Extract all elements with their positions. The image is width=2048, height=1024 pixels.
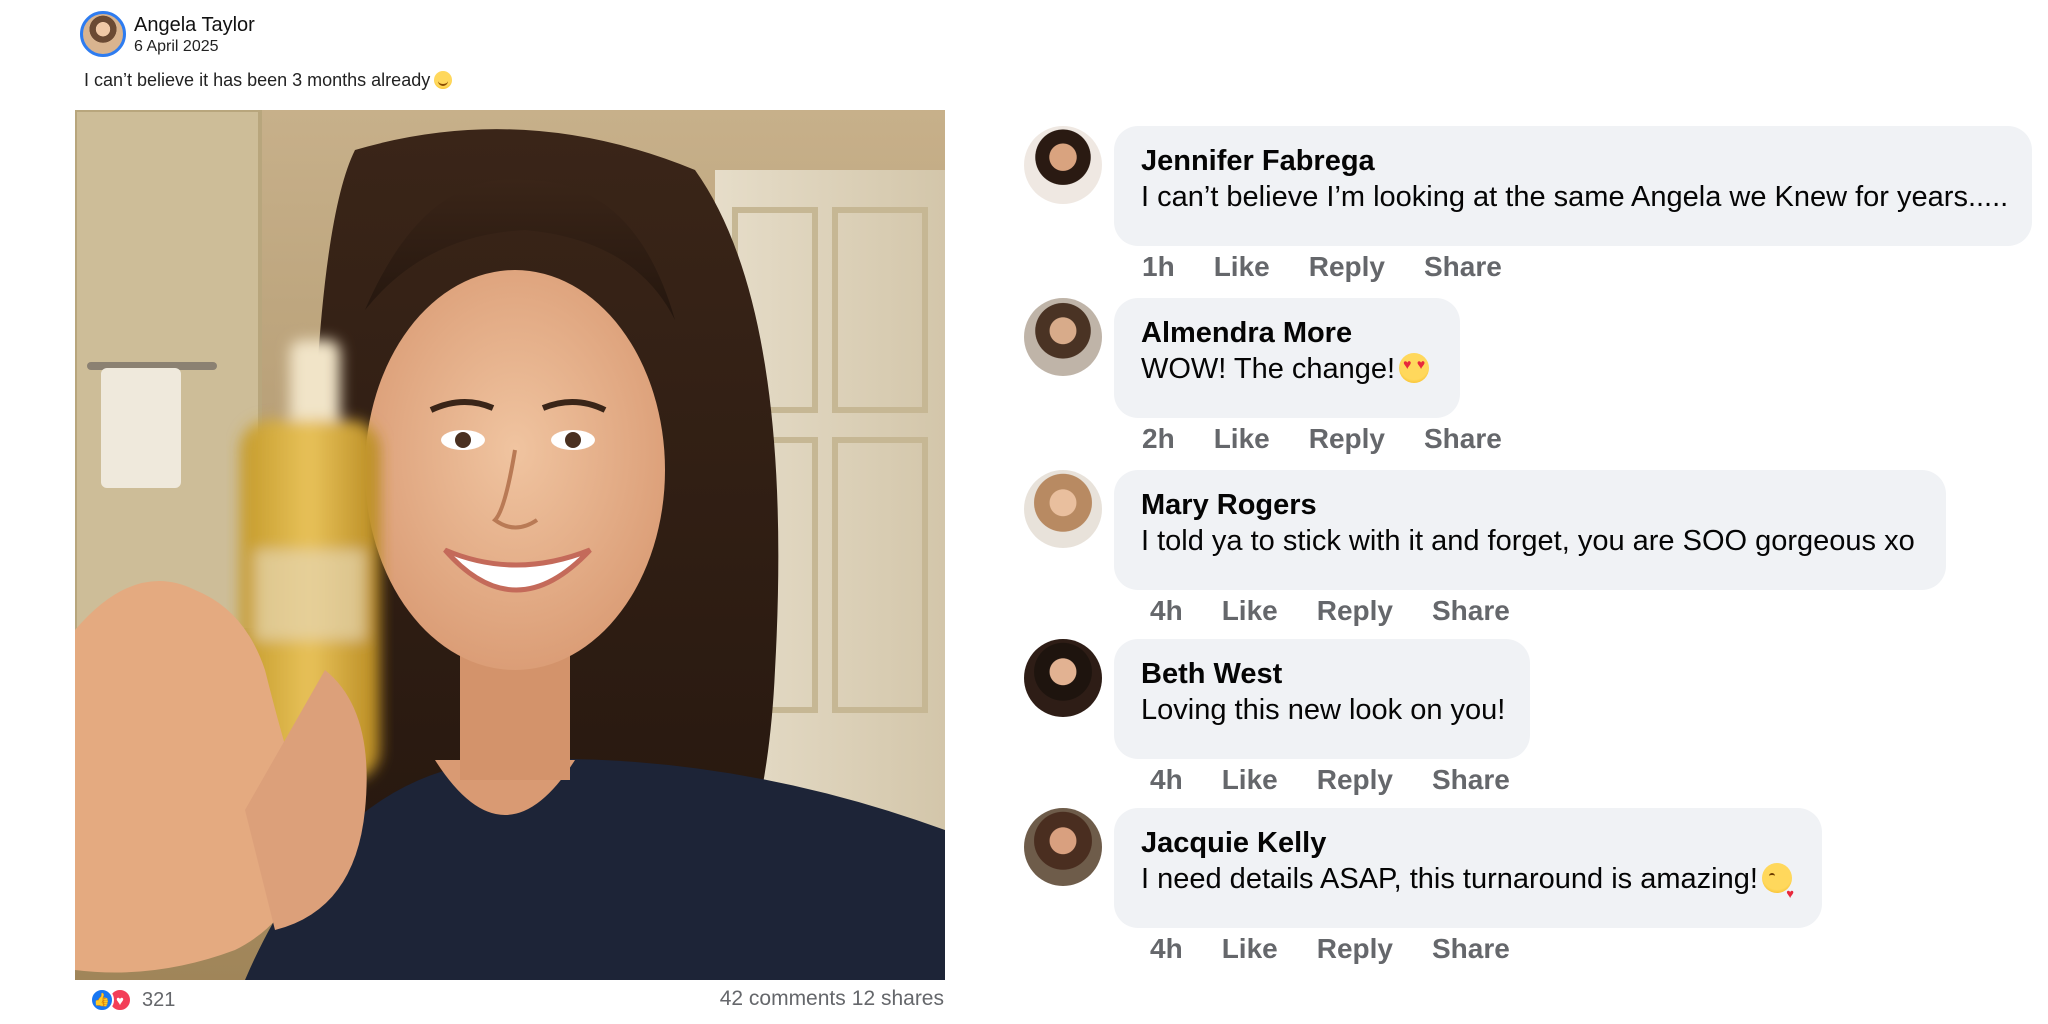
comment-actions: 4h Like Reply Share: [1150, 764, 1510, 796]
comment-like-button[interactable]: Like: [1214, 251, 1270, 283]
reaction-count: 321: [142, 988, 176, 1011]
post-caption: I can’t believe it has been 3 months alr…: [84, 70, 453, 91]
comment-text: I told ya to stick with it and forget, y…: [1141, 525, 1915, 557]
reactions-summary[interactable]: 👍 ♥ 321: [90, 988, 175, 1012]
comment-like-button[interactable]: Like: [1214, 423, 1270, 455]
comment-share-button[interactable]: Share: [1432, 764, 1510, 796]
post-header: Angela Taylor 6 April 2025: [80, 8, 255, 60]
comment-text-body: I need details ASAP, this turnaround is …: [1141, 863, 1758, 895]
comment-timestamp[interactable]: 4h: [1150, 933, 1183, 965]
comment-text: I need details ASAP, this turnaround is …: [1141, 860, 1800, 913]
comment-actions: 1h Like Reply Share: [1142, 251, 1502, 283]
comment-text: Loving this new look on you!: [1141, 694, 1506, 726]
post-stats: 42 comments 12 shares: [720, 987, 944, 1011]
comment-timestamp[interactable]: 4h: [1150, 764, 1183, 796]
author-name[interactable]: Angela Taylor: [134, 13, 255, 37]
comment-like-button[interactable]: Like: [1222, 764, 1278, 796]
heart-eyes-emoji-icon: [1399, 353, 1430, 383]
commenter-avatar[interactable]: [1024, 808, 1102, 886]
comment-reply-button[interactable]: Reply: [1317, 595, 1393, 627]
commenter-avatar[interactable]: [1024, 126, 1102, 204]
comment-bubble: Jacquie Kelly I need details ASAP, this …: [1114, 808, 1822, 928]
comment-bubble: Beth West Loving this new look on you!: [1114, 639, 1530, 759]
post-caption-text: I can’t believe it has been 3 months alr…: [84, 70, 431, 90]
comment-timestamp[interactable]: 1h: [1142, 251, 1175, 283]
commenter-avatar[interactable]: [1024, 639, 1102, 717]
author-avatar[interactable]: [80, 11, 126, 57]
comments-count-link[interactable]: 42 comments: [720, 987, 846, 1010]
comment-actions: 4h Like Reply Share: [1150, 595, 1510, 627]
comment-bubble: Jennifer Fabrega I can’t believe I’m loo…: [1114, 126, 2032, 246]
comment-share-button[interactable]: Share: [1424, 423, 1502, 455]
post-photo-illustration: [75, 110, 945, 980]
comment-reply-button[interactable]: Reply: [1309, 251, 1385, 283]
comment-reply-button[interactable]: Reply: [1309, 423, 1385, 455]
commenter-name[interactable]: Jacquie Kelly: [1141, 826, 1800, 860]
comment-bubble: Mary Rogers I told ya to stick with it a…: [1114, 470, 1946, 590]
comment-actions: 2h Like Reply Share: [1142, 423, 1502, 455]
blowing-kiss-emoji-icon: [1761, 863, 1794, 913]
author-block: Angela Taylor 6 April 2025: [134, 13, 255, 56]
comment-timestamp[interactable]: 2h: [1142, 423, 1175, 455]
commenter-name[interactable]: Jennifer Fabrega: [1141, 144, 2010, 178]
comment-like-button[interactable]: Like: [1222, 595, 1278, 627]
comment-share-button[interactable]: Share: [1432, 933, 1510, 965]
commenter-avatar[interactable]: [1024, 470, 1102, 548]
like-reaction-icon: 👍: [90, 988, 114, 1012]
post-photo[interactable]: [75, 110, 945, 980]
comment-reply-button[interactable]: Reply: [1317, 764, 1393, 796]
post-date[interactable]: 6 April 2025: [134, 37, 255, 56]
comment-like-button[interactable]: Like: [1222, 933, 1278, 965]
shares-count-link[interactable]: 12 shares: [852, 987, 944, 1010]
comment-actions: 4h Like Reply Share: [1150, 933, 1510, 965]
commenter-name[interactable]: Almendra More: [1141, 316, 1438, 350]
commenter-name[interactable]: Mary Rogers: [1141, 488, 1924, 522]
smiling-face-icon: [434, 71, 453, 89]
comment-share-button[interactable]: Share: [1424, 251, 1502, 283]
comment-share-button[interactable]: Share: [1432, 595, 1510, 627]
comment-timestamp[interactable]: 4h: [1150, 595, 1183, 627]
comment-text: I can’t believe I’m looking at the same …: [1141, 181, 2009, 213]
commenter-name[interactable]: Beth West: [1141, 657, 1508, 691]
commenter-avatar[interactable]: [1024, 298, 1102, 376]
comment-text-body: WOW! The change!: [1141, 353, 1396, 385]
comment-reply-button[interactable]: Reply: [1317, 933, 1393, 965]
comment-bubble: Almendra More WOW! The change!: [1114, 298, 1460, 418]
comment-text: WOW! The change!: [1141, 350, 1438, 388]
